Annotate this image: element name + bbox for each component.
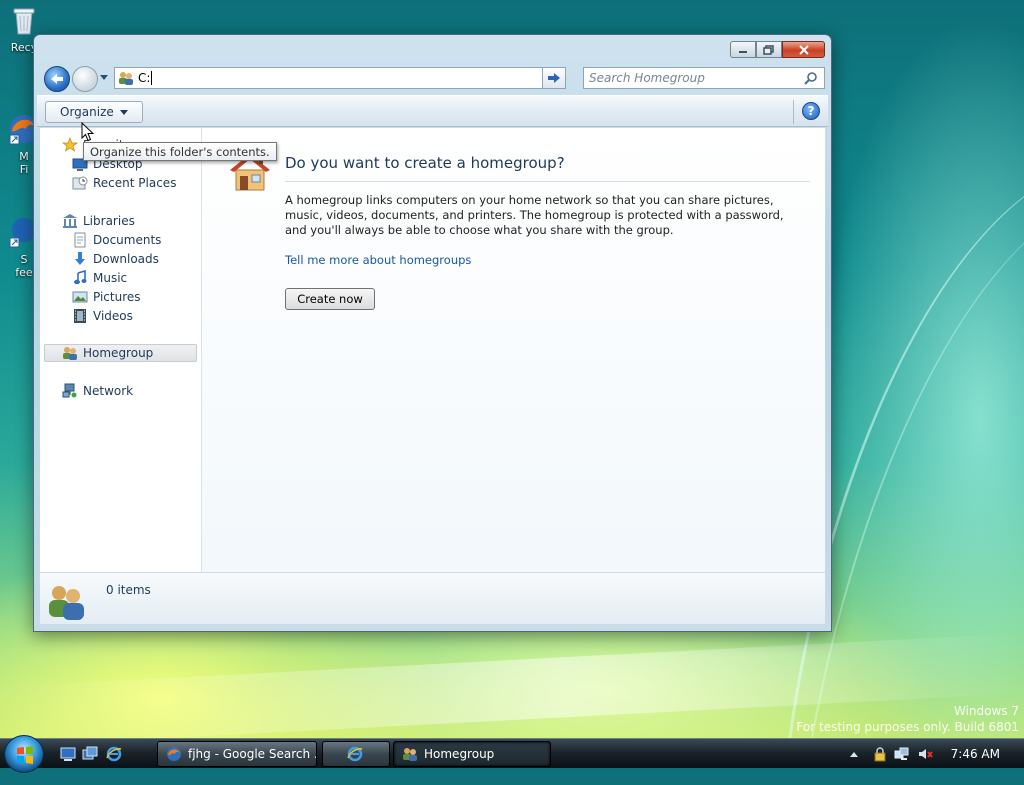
- recent-pages-dropdown[interactable]: [100, 75, 108, 80]
- libraries-icon: [63, 214, 77, 228]
- homegroup-icon: [63, 347, 77, 360]
- nav-music[interactable]: Music: [72, 269, 127, 287]
- nav-label: Videos: [93, 309, 133, 323]
- pictures-icon: [72, 291, 88, 303]
- learn-more-link[interactable]: Tell me more about homegroups: [285, 253, 471, 267]
- internet-explorer-icon[interactable]: [106, 746, 122, 762]
- homegroup-description: A homegroup links computers on your home…: [285, 193, 784, 237]
- nav-label: Pictures: [93, 290, 141, 304]
- nav-label: Documents: [93, 233, 162, 247]
- navigation-bar: C: Search Homegroup: [42, 63, 825, 93]
- nav-homegroup[interactable]: Homegroup: [44, 344, 197, 362]
- help-button[interactable]: ?: [802, 102, 820, 120]
- nav-label: Downloads: [93, 252, 159, 266]
- build-watermark: Windows 7 For testing purposes only. Bui…: [796, 703, 1019, 735]
- recycle-bin-icon: [13, 8, 35, 35]
- close-icon: [798, 44, 809, 55]
- restore-icon: [763, 44, 774, 55]
- page-title: Do you want to create a homegroup?: [285, 154, 565, 172]
- nav-label: Libraries: [83, 214, 135, 228]
- nav-label: Homegroup: [83, 346, 154, 360]
- film-strip-icon: [74, 309, 86, 323]
- show-hidden-icons-icon[interactable]: [846, 746, 862, 762]
- taskbar-item-label: fjhg - Google Search ...: [188, 747, 317, 761]
- go-button[interactable]: [542, 67, 566, 89]
- taskbar: fjhg - Google Search ... Homegroup 7:46 …: [0, 735, 1024, 773]
- organize-button[interactable]: Organize: [45, 101, 143, 123]
- address-bar[interactable]: C:: [114, 67, 566, 89]
- minimize-button[interactable]: [730, 41, 756, 58]
- homegroup-window: C: Search Homegroup Organize ? Favorites: [33, 34, 832, 632]
- toolbar-separator: [793, 100, 794, 124]
- notification-area: 7:46 AM: [844, 739, 1024, 769]
- navigation-pane: Favorites Desktop Recent Places Librarie…: [40, 128, 202, 572]
- search-box[interactable]: Search Homegroup: [583, 67, 825, 89]
- taskbar-item-firefox[interactable]: fjhg - Google Search ...: [157, 741, 317, 767]
- taskbar-item-homegroup[interactable]: Homegroup: [393, 741, 551, 767]
- item-count: 0 items: [106, 583, 151, 597]
- text-caret: [151, 71, 153, 85]
- windows-logo-icon: [17, 746, 33, 764]
- nav-libraries[interactable]: Libraries: [62, 212, 135, 230]
- security-lock-icon[interactable]: [872, 746, 888, 762]
- homegroup-icon: [403, 748, 417, 761]
- nav-label: Network: [83, 384, 134, 398]
- firefox-icon: [167, 747, 181, 761]
- show-desktop-icon[interactable]: [60, 746, 76, 762]
- taskbar-item-label: Homegroup: [424, 747, 495, 761]
- nav-documents[interactable]: Documents: [72, 231, 161, 249]
- nav-downloads[interactable]: Downloads: [72, 250, 159, 268]
- watermark-line: For testing purposes only. Build 6801: [796, 720, 1019, 734]
- nav-videos[interactable]: Videos: [72, 307, 133, 325]
- music-note-icon: [74, 270, 87, 285]
- forward-button[interactable]: [72, 66, 98, 92]
- search-icon[interactable]: [803, 71, 819, 87]
- network-icon: [62, 383, 77, 398]
- chevron-down-icon: [119, 109, 128, 115]
- nav-pictures[interactable]: Pictures: [72, 288, 141, 306]
- window-controls: [730, 41, 825, 58]
- clock[interactable]: 7:46 AM: [951, 747, 1000, 761]
- nav-label: Music: [93, 271, 128, 285]
- search-placeholder: Search Homegroup: [589, 71, 705, 85]
- homegroup-large-icon: [49, 586, 84, 620]
- organize-label: Organize: [60, 105, 114, 119]
- create-now-button[interactable]: Create now: [285, 288, 375, 310]
- close-button[interactable]: [782, 41, 825, 58]
- command-bar: Organize ?: [37, 95, 828, 127]
- address-input[interactable]: C:: [138, 71, 150, 85]
- nav-label: Recent Places: [93, 176, 177, 190]
- organize-tooltip: Organize this folder's contents.: [83, 142, 277, 161]
- switch-windows-icon[interactable]: [82, 746, 98, 762]
- details-pane: 0 items: [40, 572, 825, 624]
- homegroup-icon: [119, 72, 133, 85]
- maximize-button[interactable]: [756, 41, 782, 58]
- download-arrow-icon: [75, 252, 85, 265]
- help-icon: ?: [807, 104, 815, 118]
- arrow-right-icon: [548, 73, 560, 83]
- star-icon: [62, 137, 78, 152]
- documents-icon: [74, 232, 86, 248]
- nav-network[interactable]: Network: [62, 382, 133, 400]
- watermark-line: Windows 7: [953, 704, 1019, 718]
- start-button[interactable]: [4, 735, 44, 773]
- mouse-cursor-icon: [81, 122, 95, 142]
- minimize-icon: [739, 50, 747, 53]
- back-button[interactable]: [44, 66, 70, 92]
- title-divider: [285, 181, 810, 182]
- volume-muted-icon[interactable]: [918, 746, 934, 762]
- arrow-left-icon: [51, 74, 63, 84]
- taskbar-item-ie[interactable]: [322, 741, 390, 767]
- homegroup-content: Do you want to create a homegroup? A hom…: [202, 128, 825, 572]
- network-status-icon[interactable]: [894, 746, 910, 762]
- nav-recent-places[interactable]: Recent Places: [72, 174, 176, 192]
- internet-explorer-icon: [347, 746, 363, 762]
- recent-places-icon: [72, 176, 88, 190]
